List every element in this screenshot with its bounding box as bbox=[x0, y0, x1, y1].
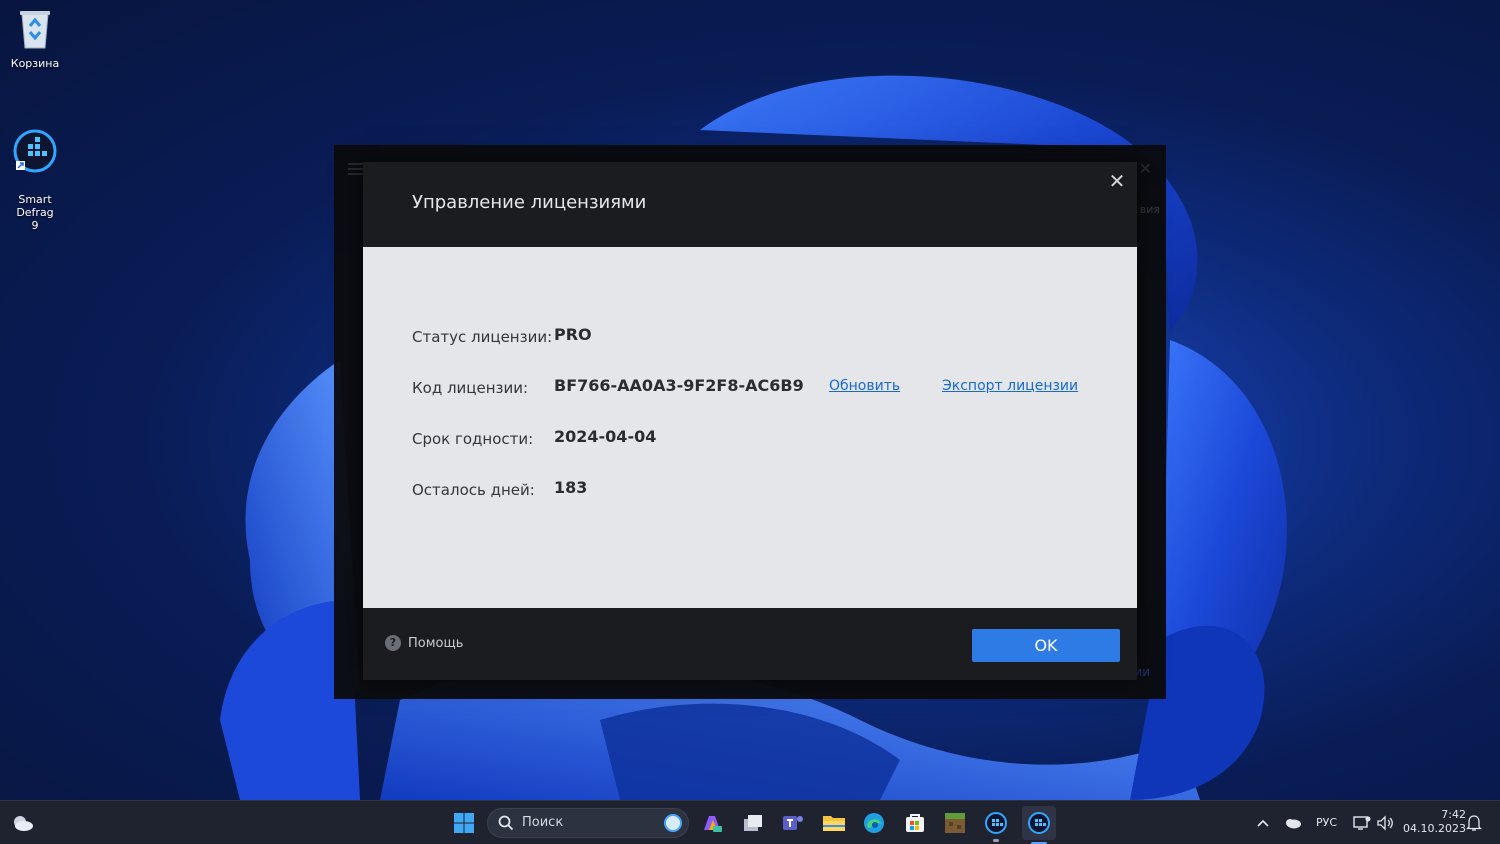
license-code-label: Код лицензии: bbox=[412, 379, 529, 397]
windows-start-icon bbox=[454, 813, 474, 833]
minecraft-button[interactable] bbox=[941, 809, 969, 837]
weather-cloud-icon bbox=[14, 816, 33, 831]
dialog-footer: ? Помощь OK bbox=[363, 608, 1137, 680]
recycle-bin-icon bbox=[0, 8, 70, 53]
start-button[interactable] bbox=[450, 809, 478, 837]
store-button[interactable] bbox=[901, 809, 929, 837]
help-icon: ? bbox=[385, 635, 401, 651]
dialog-header: Управление лицензиями ✕ bbox=[363, 162, 1137, 247]
smart-defrag-active-taskbar-button[interactable] bbox=[1022, 806, 1056, 844]
days-left-value: 183 bbox=[554, 478, 588, 497]
desktop-icon-smart-defrag[interactable]: Smart Defrag 9 bbox=[0, 103, 70, 232]
smart-defrag-active-icon bbox=[1028, 812, 1050, 834]
teams-icon bbox=[783, 816, 803, 830]
clock-time: 7:42 bbox=[1441, 808, 1466, 821]
bing-icon bbox=[664, 814, 682, 832]
edge-button[interactable] bbox=[860, 809, 888, 837]
smart-defrag-icon bbox=[985, 812, 1007, 834]
teams-button[interactable] bbox=[779, 809, 807, 837]
bell-icon bbox=[1466, 815, 1482, 831]
help-label: Помощь bbox=[408, 635, 464, 651]
network-icon bbox=[1353, 816, 1371, 830]
chevron-up-icon bbox=[1257, 819, 1269, 827]
license-code-value: BF766-AA0A3-9F2F8-AC6B9 bbox=[554, 376, 804, 395]
smart-defrag-taskbar-button[interactable] bbox=[982, 809, 1010, 842]
help-link[interactable]: ? Помощь bbox=[385, 635, 463, 651]
expiry-date-value: 2024-04-04 bbox=[554, 427, 657, 446]
desktop-icon-label: Корзина bbox=[10, 57, 60, 70]
dialog-body: Статус лицензии: PRO Код лицензии: BF766… bbox=[363, 247, 1137, 608]
search-placeholder: Поиск bbox=[522, 815, 564, 830]
copilot-icon bbox=[704, 816, 722, 832]
widgets-button[interactable] bbox=[8, 809, 36, 837]
license-status-value: PRO bbox=[554, 325, 592, 344]
edge-icon bbox=[864, 813, 884, 833]
copilot-button[interactable] bbox=[698, 809, 726, 837]
clock-date: 04.10.2023 bbox=[1403, 822, 1466, 835]
close-icon: ✕ bbox=[1138, 159, 1152, 178]
desktop-icon-recycle-bin[interactable]: Корзина bbox=[0, 8, 70, 70]
license-code-row: Код лицензии: BF766-AA0A3-9F2F8-AC6B9 Об… bbox=[412, 376, 1112, 400]
license-status-label: Статус лицензии: bbox=[412, 328, 553, 346]
ok-button[interactable]: OK bbox=[972, 629, 1120, 662]
store-icon bbox=[906, 814, 924, 832]
onedrive-cloud-icon bbox=[1286, 819, 1301, 829]
running-indicator bbox=[993, 839, 999, 842]
clock[interactable]: 7:42 04.10.2023 bbox=[1400, 808, 1466, 836]
close-button[interactable]: ✕ bbox=[1107, 170, 1127, 192]
export-license-link[interactable]: Экспорт лицензии bbox=[942, 378, 1078, 394]
onedrive-button[interactable] bbox=[1279, 809, 1307, 837]
dialog-title: Управление лицензиями bbox=[412, 192, 647, 213]
notifications-button[interactable] bbox=[1460, 809, 1488, 837]
taskbar-search[interactable]: Поиск bbox=[487, 808, 689, 838]
task-view-button[interactable] bbox=[739, 809, 767, 837]
expiry-date-label: Срок годности: bbox=[412, 430, 534, 448]
file-explorer-button[interactable] bbox=[820, 809, 848, 837]
taskbar: Поиск РУС 7:42 04.10.2023 bbox=[0, 800, 1500, 844]
volume-button[interactable] bbox=[1371, 809, 1399, 837]
smart-defrag-icon bbox=[0, 116, 70, 176]
minecraft-icon bbox=[945, 813, 965, 833]
input-language-indicator[interactable]: РУС bbox=[1316, 816, 1337, 829]
license-management-dialog: Управление лицензиями ✕ Статус лицензии:… bbox=[363, 162, 1137, 680]
file-explorer-icon bbox=[823, 816, 845, 831]
search-icon bbox=[498, 815, 514, 831]
show-hidden-icons-button[interactable] bbox=[1249, 809, 1277, 837]
background-tab-text: вия bbox=[1139, 203, 1160, 216]
days-left-label: Осталось дней: bbox=[412, 481, 535, 499]
task-view-icon bbox=[744, 815, 762, 831]
desktop-icon-label: Smart Defrag 9 bbox=[16, 193, 54, 232]
speaker-icon bbox=[1377, 815, 1393, 831]
update-link[interactable]: Обновить bbox=[829, 378, 900, 394]
